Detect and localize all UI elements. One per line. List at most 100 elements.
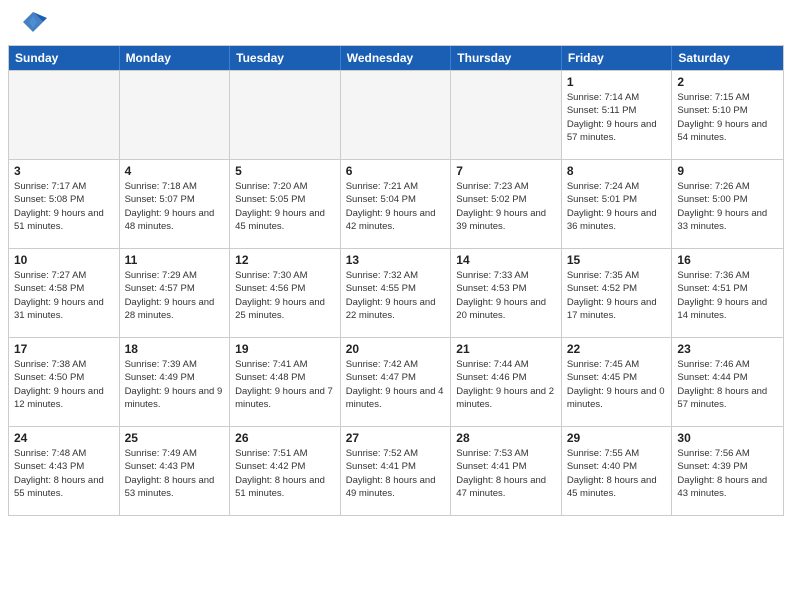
calendar-cell-1: 1Sunrise: 7:14 AM Sunset: 5:11 PM Daylig… <box>562 71 673 159</box>
calendar-cell-10: 10Sunrise: 7:27 AM Sunset: 4:58 PM Dayli… <box>9 249 120 337</box>
calendar-cell-19: 19 Sunrise: 7:41 AM Sunset: 4:48 PM Dayli… <box>230 338 341 426</box>
calendar-cell-11: 11Sunrise: 7:29 AM Sunset: 4:57 PM Dayli… <box>120 249 231 337</box>
day-info: Sunrise: 7:53 AM Sunset: 4:41 PM Dayligh… <box>456 447 556 500</box>
day-info: Sunrise: 7:56 AM Sunset: 4:39 PM Dayligh… <box>677 447 778 500</box>
calendar-cell-28: 28 Sunrise: 7:53 AM Sunset: 4:41 PM Dayli… <box>451 427 562 515</box>
calendar-cell-9: 9 Sunrise: 7:26 AM Sunset: 5:00 PM Daylig… <box>672 160 783 248</box>
calendar-cell-2: 2 Sunrise: 7:15 AM Sunset: 5:10 PM Daylig… <box>672 71 783 159</box>
calendar-cell-16: 16Sunrise: 7:36 AM Sunset: 4:51 PM Dayli… <box>672 249 783 337</box>
calendar-row-2: 10Sunrise: 7:27 AM Sunset: 4:58 PM Dayli… <box>9 248 783 337</box>
day-number: 26 <box>235 431 335 445</box>
day-info: Sunrise: 7:46 AM Sunset: 4:44 PM Dayligh… <box>677 358 778 411</box>
day-number: 28 <box>456 431 556 445</box>
day-info: Sunrise: 7:41 AM Sunset: 4:48 PM Dayligh… <box>235 358 335 411</box>
calendar-cell-4: 4 Sunrise: 7:18 AM Sunset: 5:07 PM Daylig… <box>120 160 231 248</box>
day-info: Sunrise: 7:23 AM Sunset: 5:02 PM Dayligh… <box>456 180 556 233</box>
day-info: Sunrise: 7:38 AM Sunset: 4:50 PM Dayligh… <box>14 358 114 411</box>
calendar-cell-17: 17 Sunrise: 7:38 AM Sunset: 4:50 PM Dayli… <box>9 338 120 426</box>
day-number: 30 <box>677 431 778 445</box>
calendar-row-3: 17 Sunrise: 7:38 AM Sunset: 4:50 PM Dayli… <box>9 337 783 426</box>
day-info: Sunrise: 7:33 AM Sunset: 4:53 PM Dayligh… <box>456 269 556 322</box>
calendar-cell-15: 15 Sunrise: 7:35 AM Sunset: 4:52 PM Dayli… <box>562 249 673 337</box>
day-number: 13 <box>346 253 446 267</box>
day-info: Sunrise: 7:49 AM Sunset: 4:43 PM Dayligh… <box>125 447 225 500</box>
calendar-cell-12: 12Sunrise: 7:30 AM Sunset: 4:56 PM Dayli… <box>230 249 341 337</box>
calendar-header-sunday: Sunday <box>9 46 120 70</box>
calendar-cell-5: 5Sunrise: 7:20 AM Sunset: 5:05 PM Daylig… <box>230 160 341 248</box>
calendar-cell-3: 3 Sunrise: 7:17 AM Sunset: 5:08 PM Daylig… <box>9 160 120 248</box>
day-number: 22 <box>567 342 667 356</box>
calendar-cell-empty <box>120 71 231 159</box>
day-info: Sunrise: 7:44 AM Sunset: 4:46 PM Dayligh… <box>456 358 556 411</box>
day-info: Sunrise: 7:27 AM Sunset: 4:58 PM Dayligh… <box>14 269 114 322</box>
day-number: 4 <box>125 164 225 178</box>
calendar-cell-empty <box>341 71 452 159</box>
day-number: 3 <box>14 164 114 178</box>
day-info: Sunrise: 7:29 AM Sunset: 4:57 PM Dayligh… <box>125 269 225 322</box>
calendar-cell-29: 29 Sunrise: 7:55 AM Sunset: 4:40 PM Dayli… <box>562 427 673 515</box>
calendar-header-friday: Friday <box>562 46 673 70</box>
calendar-cell-22: 22 Sunrise: 7:45 AM Sunset: 4:45 PM Dayli… <box>562 338 673 426</box>
day-number: 14 <box>456 253 556 267</box>
day-info: Sunrise: 7:18 AM Sunset: 5:07 PM Dayligh… <box>125 180 225 233</box>
day-number: 9 <box>677 164 778 178</box>
calendar-cell-20: 20Sunrise: 7:42 AM Sunset: 4:47 PM Dayli… <box>341 338 452 426</box>
day-number: 23 <box>677 342 778 356</box>
day-number: 8 <box>567 164 667 178</box>
calendar-cell-13: 13 Sunrise: 7:32 AM Sunset: 4:55 PM Dayli… <box>341 249 452 337</box>
day-info: Sunrise: 7:26 AM Sunset: 5:00 PM Dayligh… <box>677 180 778 233</box>
day-number: 15 <box>567 253 667 267</box>
calendar-header: SundayMondayTuesdayWednesdayThursdayFrid… <box>9 46 783 70</box>
day-number: 18 <box>125 342 225 356</box>
logo-icon <box>19 8 47 41</box>
day-info: Sunrise: 7:15 AM Sunset: 5:10 PM Dayligh… <box>677 91 778 144</box>
calendar-row-4: 24 Sunrise: 7:48 AM Sunset: 4:43 PM Dayli… <box>9 426 783 515</box>
calendar-cell-24: 24 Sunrise: 7:48 AM Sunset: 4:43 PM Dayli… <box>9 427 120 515</box>
calendar-header-monday: Monday <box>120 46 231 70</box>
calendar-cell-empty <box>451 71 562 159</box>
calendar-cell-30: 30 Sunrise: 7:56 AM Sunset: 4:39 PM Dayli… <box>672 427 783 515</box>
calendar-cell-25: 25 Sunrise: 7:49 AM Sunset: 4:43 PM Dayli… <box>120 427 231 515</box>
logo <box>16 12 47 41</box>
day-number: 25 <box>125 431 225 445</box>
calendar-cell-empty <box>230 71 341 159</box>
day-number: 2 <box>677 75 778 89</box>
day-info: Sunrise: 7:21 AM Sunset: 5:04 PM Dayligh… <box>346 180 446 233</box>
day-info: Sunrise: 7:55 AM Sunset: 4:40 PM Dayligh… <box>567 447 667 500</box>
day-info: Sunrise: 7:32 AM Sunset: 4:55 PM Dayligh… <box>346 269 446 322</box>
header <box>0 0 792 45</box>
calendar-header-tuesday: Tuesday <box>230 46 341 70</box>
calendar-header-wednesday: Wednesday <box>341 46 452 70</box>
calendar-row-0: 1Sunrise: 7:14 AM Sunset: 5:11 PM Daylig… <box>9 70 783 159</box>
day-info: Sunrise: 7:42 AM Sunset: 4:47 PM Dayligh… <box>346 358 446 411</box>
calendar-row-1: 3 Sunrise: 7:17 AM Sunset: 5:08 PM Daylig… <box>9 159 783 248</box>
calendar-cell-23: 23 Sunrise: 7:46 AM Sunset: 4:44 PM Dayli… <box>672 338 783 426</box>
calendar-cell-empty <box>9 71 120 159</box>
day-info: Sunrise: 7:35 AM Sunset: 4:52 PM Dayligh… <box>567 269 667 322</box>
calendar-cell-14: 14 Sunrise: 7:33 AM Sunset: 4:53 PM Dayli… <box>451 249 562 337</box>
day-number: 19 <box>235 342 335 356</box>
calendar-cell-7: 7 Sunrise: 7:23 AM Sunset: 5:02 PM Daylig… <box>451 160 562 248</box>
calendar-cell-21: 21 Sunrise: 7:44 AM Sunset: 4:46 PM Dayli… <box>451 338 562 426</box>
day-number: 6 <box>346 164 446 178</box>
day-number: 24 <box>14 431 114 445</box>
day-number: 17 <box>14 342 114 356</box>
day-info: Sunrise: 7:48 AM Sunset: 4:43 PM Dayligh… <box>14 447 114 500</box>
day-info: Sunrise: 7:45 AM Sunset: 4:45 PM Dayligh… <box>567 358 667 411</box>
day-info: Sunrise: 7:17 AM Sunset: 5:08 PM Dayligh… <box>14 180 114 233</box>
day-number: 7 <box>456 164 556 178</box>
page-container: SundayMondayTuesdayWednesdayThursdayFrid… <box>0 0 792 516</box>
day-number: 5 <box>235 164 335 178</box>
calendar-header-thursday: Thursday <box>451 46 562 70</box>
calendar-header-saturday: Saturday <box>672 46 783 70</box>
calendar-cell-8: 8Sunrise: 7:24 AM Sunset: 5:01 PM Daylig… <box>562 160 673 248</box>
day-info: Sunrise: 7:51 AM Sunset: 4:42 PM Dayligh… <box>235 447 335 500</box>
day-number: 21 <box>456 342 556 356</box>
calendar-cell-18: 18Sunrise: 7:39 AM Sunset: 4:49 PM Dayli… <box>120 338 231 426</box>
day-number: 29 <box>567 431 667 445</box>
calendar-cell-27: 27 Sunrise: 7:52 AM Sunset: 4:41 PM Dayli… <box>341 427 452 515</box>
calendar-cell-6: 6 Sunrise: 7:21 AM Sunset: 5:04 PM Daylig… <box>341 160 452 248</box>
day-number: 27 <box>346 431 446 445</box>
day-info: Sunrise: 7:52 AM Sunset: 4:41 PM Dayligh… <box>346 447 446 500</box>
day-info: Sunrise: 7:36 AM Sunset: 4:51 PM Dayligh… <box>677 269 778 322</box>
